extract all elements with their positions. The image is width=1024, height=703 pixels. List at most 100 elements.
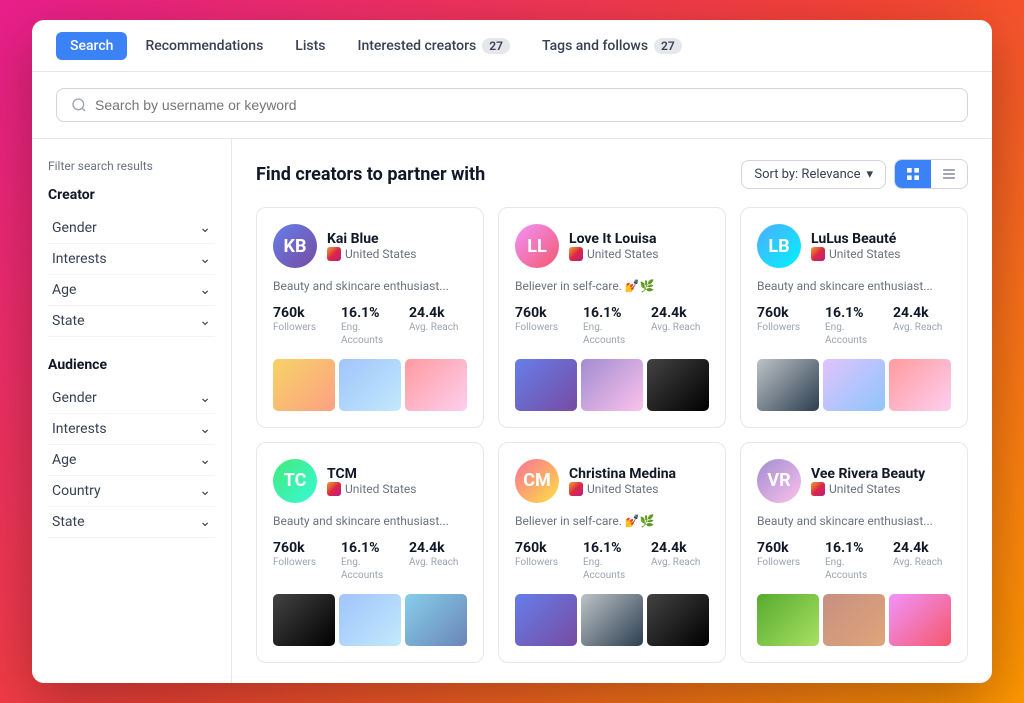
stats-row: 760k Followers 16.1% Eng. Accounts 24.4k… <box>515 305 709 347</box>
sort-label: Sort by: Relevance <box>754 167 860 182</box>
instagram-icon <box>811 482 825 496</box>
audience-filter-state[interactable]: State⌄ <box>48 507 215 538</box>
chevron-icon: ⌄ <box>199 483 211 499</box>
top-nav: SearchRecommendationsListsInterested cre… <box>32 20 992 72</box>
creator-bio: Beauty and skincare enthusiast... <box>273 513 467 530</box>
creator-images <box>515 594 709 646</box>
content-area: Find creators to partner with Sort by: R… <box>232 139 992 683</box>
stat-avg-reach: 24.4k Avg. Reach <box>651 540 709 582</box>
creator-card[interactable]: LB LuLus Beauté United States Beauty and… <box>740 207 968 428</box>
nav-tab-search[interactable]: Search <box>56 32 127 60</box>
stat-eng-accounts: 16.1% Eng. Accounts <box>583 305 641 347</box>
sidebar: Filter search results Creator Gender⌄Int… <box>32 139 232 683</box>
creator-bio: Beauty and skincare enthusiast... <box>757 278 951 295</box>
stat-avg-reach: 24.4k Avg. Reach <box>651 305 709 347</box>
creator-image <box>581 594 643 646</box>
app-container: SearchRecommendationsListsInterested cre… <box>32 20 992 683</box>
creator-image <box>339 359 401 411</box>
creator-header: TC TCM United States <box>273 459 467 503</box>
creator-image <box>757 359 819 411</box>
avatar: LL <box>515 224 559 268</box>
creator-image <box>273 594 335 646</box>
stat-followers: 760k Followers <box>273 540 331 582</box>
audience-filter-age[interactable]: Age⌄ <box>48 445 215 476</box>
creator-card[interactable]: VR Vee Rivera Beauty United States Beaut… <box>740 442 968 663</box>
filter-label: Gender <box>52 220 97 236</box>
stats-row: 760k Followers 16.1% Eng. Accounts 24.4k… <box>515 540 709 582</box>
audience-filter-interests[interactable]: Interests⌄ <box>48 414 215 445</box>
nav-tab-recommendations[interactable]: Recommendations <box>131 32 277 60</box>
stat-eng-accounts: 16.1% Eng. Accounts <box>341 540 399 582</box>
creator-name: Love It Louisa <box>569 231 709 247</box>
creator-image <box>647 594 709 646</box>
instagram-icon <box>569 482 583 496</box>
chevron-icon: ⌄ <box>199 390 211 406</box>
chevron-icon: ⌄ <box>199 514 211 530</box>
creator-location: United States <box>327 247 467 261</box>
sort-dropdown[interactable]: Sort by: Relevance ▾ <box>741 160 886 189</box>
creator-filters: Gender ⌄ Interests⌄Age⌄State⌄ <box>48 213 215 337</box>
stats-row: 760k Followers 16.1% Eng. Accounts 24.4k… <box>273 540 467 582</box>
stats-row: 760k Followers 16.1% Eng. Accounts 24.4k… <box>757 305 951 347</box>
stat-eng-accounts: 16.1% Eng. Accounts <box>583 540 641 582</box>
avatar: KB <box>273 224 317 268</box>
creator-card[interactable]: CM Christina Medina United States Believ… <box>498 442 726 663</box>
stat-eng-accounts: 16.1% Eng. Accounts <box>825 305 883 347</box>
stat-avg-reach: 24.4k Avg. Reach <box>409 540 467 582</box>
nav-tab-tags[interactable]: Tags and follows27 <box>528 32 696 60</box>
creator-name: LuLus Beauté <box>811 231 951 247</box>
creator-images <box>273 359 467 411</box>
creator-image <box>581 359 643 411</box>
audience-filter-country[interactable]: Country⌄ <box>48 476 215 507</box>
creator-image <box>405 359 467 411</box>
view-toggle <box>894 159 968 189</box>
search-input[interactable] <box>95 97 953 113</box>
audience-section: Audience Gender⌄Interests⌄Age⌄Country⌄St… <box>48 357 215 538</box>
creator-name: Vee Rivera Beauty <box>811 466 951 482</box>
instagram-icon <box>811 247 825 261</box>
page-title: Find creators to partner with <box>256 164 485 185</box>
creator-card[interactable]: KB Kai Blue United States Beauty and ski… <box>256 207 484 428</box>
grid-view-button[interactable] <box>895 160 931 188</box>
creator-filter-age[interactable]: Age⌄ <box>48 275 215 306</box>
chevron-icon: ⌄ <box>199 220 211 236</box>
audience-filters: Gender⌄Interests⌄Age⌄Country⌄State⌄ <box>48 383 215 538</box>
nav-tab-lists[interactable]: Lists <box>281 32 339 60</box>
stat-avg-reach: 24.4k Avg. Reach <box>893 305 951 347</box>
stat-eng-accounts: 16.1% Eng. Accounts <box>825 540 883 582</box>
creator-bio: Believer in self-care. 💅🌿 <box>515 513 709 530</box>
instagram-icon <box>327 482 341 496</box>
avatar: CM <box>515 459 559 503</box>
creator-images <box>757 594 951 646</box>
creator-location: United States <box>811 482 951 496</box>
creator-image <box>823 594 885 646</box>
creator-card[interactable]: TC TCM United States Beauty and skincare… <box>256 442 484 663</box>
nav-badge-interested: 27 <box>482 38 510 54</box>
creator-name: TCM <box>327 466 467 482</box>
creator-image <box>889 359 951 411</box>
stat-followers: 760k Followers <box>515 540 573 582</box>
filter-label: State <box>52 313 85 329</box>
creator-location: United States <box>569 247 709 261</box>
creator-image <box>647 359 709 411</box>
creator-info: Christina Medina United States <box>569 466 709 496</box>
stat-avg-reach: 24.4k Avg. Reach <box>893 540 951 582</box>
creator-location: United States <box>569 482 709 496</box>
creator-image <box>515 359 577 411</box>
creator-filter-gender[interactable]: Gender ⌄ <box>48 213 215 244</box>
list-view-button[interactable] <box>931 160 967 188</box>
creator-info: Love It Louisa United States <box>569 231 709 261</box>
creator-filter-state[interactable]: State⌄ <box>48 306 215 337</box>
stat-followers: 760k Followers <box>515 305 573 347</box>
chevron-down-icon: ▾ <box>866 167 873 182</box>
nav-badge-tags: 27 <box>654 38 682 54</box>
creator-bio: Believer in self-care. 💅🌿 <box>515 278 709 295</box>
creator-image <box>273 359 335 411</box>
creator-filter-interests[interactable]: Interests⌄ <box>48 244 215 275</box>
creator-header: LL Love It Louisa United States <box>515 224 709 268</box>
nav-tab-interested[interactable]: Interested creators27 <box>344 32 524 60</box>
avatar: VR <box>757 459 801 503</box>
creator-image <box>339 594 401 646</box>
audience-filter-gender[interactable]: Gender⌄ <box>48 383 215 414</box>
creator-card[interactable]: LL Love It Louisa United States Believer… <box>498 207 726 428</box>
